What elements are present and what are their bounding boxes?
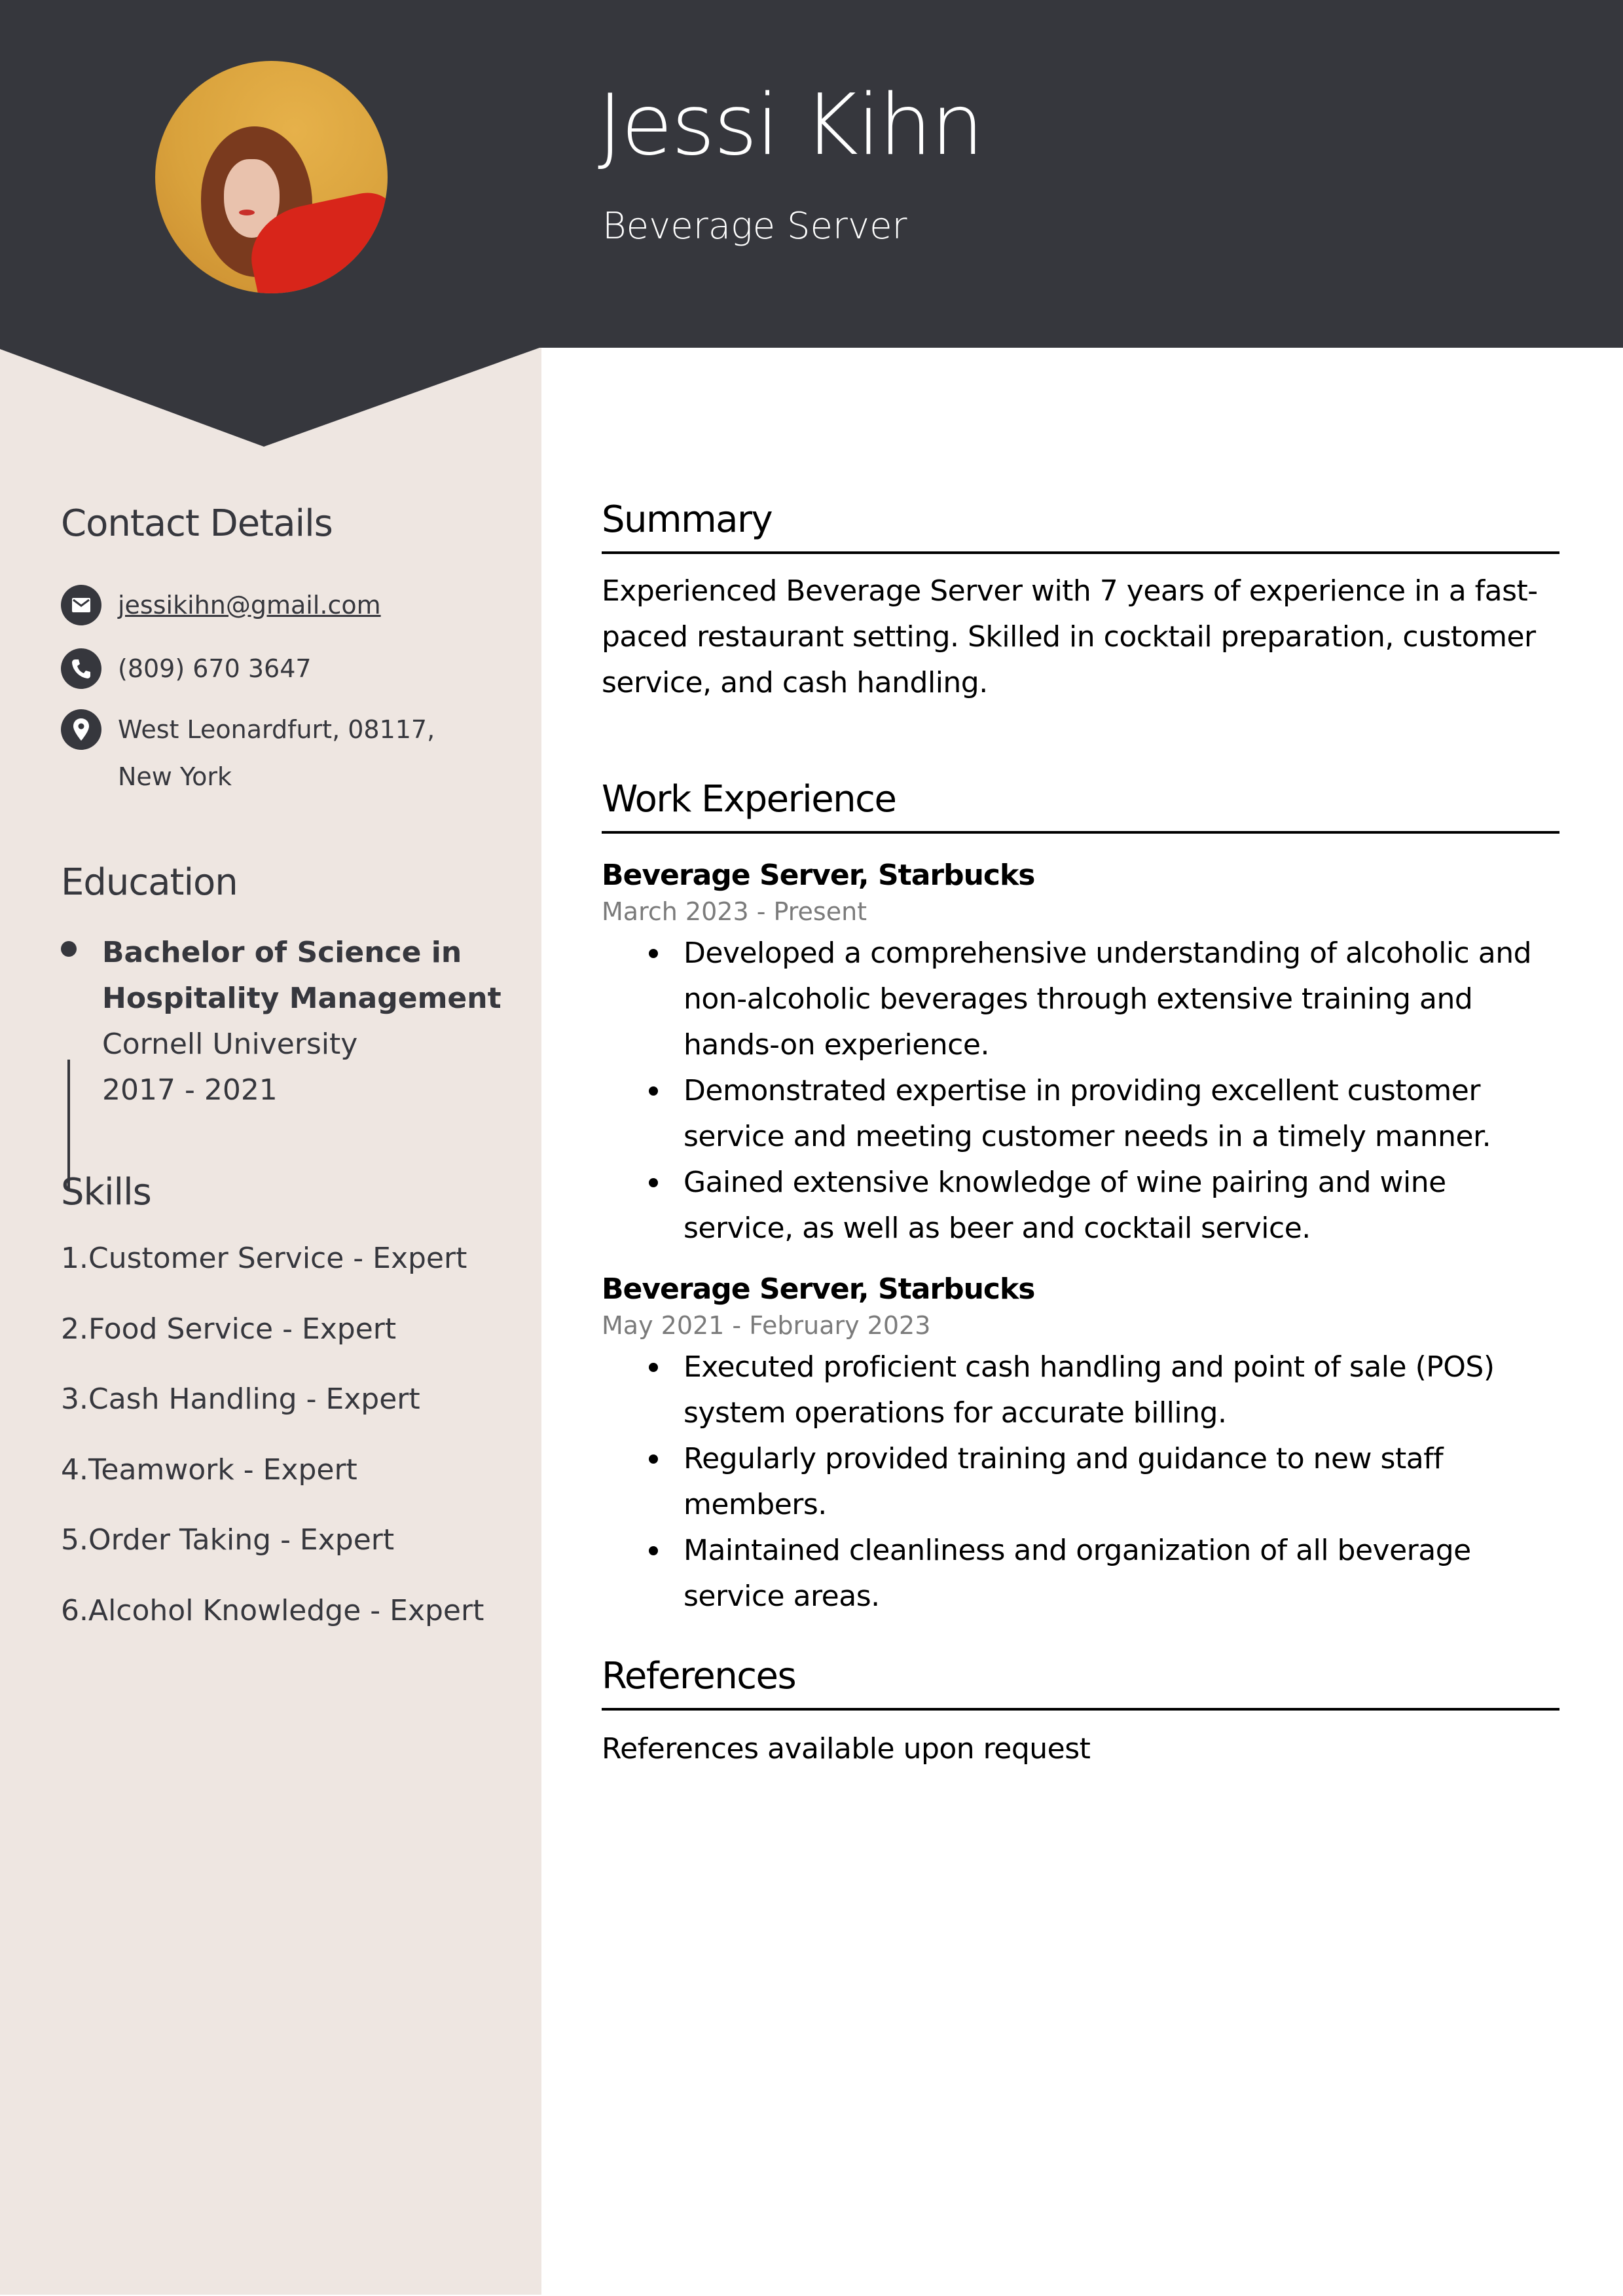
job-bullet: Executed proficient cash handling and po…	[602, 1344, 1559, 1436]
skill-item: 2.Food Service - Expert	[61, 1312, 397, 1346]
job-bullet: Developed a comprehensive understanding …	[602, 931, 1559, 1068]
bullet-icon	[649, 1178, 658, 1187]
location-pin-icon	[61, 709, 101, 750]
skill-item: 4.Teamwork - Expert	[61, 1453, 357, 1487]
job-entry: Beverage Server, Starbucks May 2021 - Fe…	[602, 1275, 1559, 1620]
job-bullets: Executed proficient cash handling and po…	[602, 1344, 1559, 1620]
degree: Bachelor of Science in Hospitality Manag…	[102, 936, 501, 1015]
job-title: Beverage Server, Starbucks	[602, 1272, 1035, 1306]
bullet-text: Executed proficient cash handling and po…	[684, 1350, 1495, 1430]
section-divider	[602, 831, 1559, 834]
candidate-job-title: Beverage Server	[602, 205, 907, 248]
job-bullet: Demonstrated expertise in providing exce…	[602, 1068, 1559, 1160]
job-bullet: Regularly provided training and guidance…	[602, 1436, 1559, 1528]
photo-lips	[239, 210, 255, 215]
bullet-icon	[649, 1363, 658, 1372]
bullet-icon	[649, 1546, 658, 1555]
job-bullet: Gained extensive knowledge of wine pairi…	[602, 1160, 1559, 1251]
work-experience-heading: Work Experience	[602, 778, 897, 821]
phone-number: (809) 670 3647	[118, 654, 312, 683]
bullet-icon	[649, 949, 658, 958]
bullet-text: Gained extensive knowledge of wine pairi…	[684, 1166, 1446, 1245]
timeline-dot-icon	[61, 941, 77, 957]
bullet-text: Regularly provided training and guidance…	[684, 1442, 1444, 1521]
phone-icon	[61, 648, 101, 689]
bullet-text: Demonstrated expertise in providing exce…	[684, 1074, 1491, 1153]
skills-heading: Skills	[61, 1171, 152, 1213]
contact-phone: (809) 670 3647	[61, 648, 484, 692]
email-link[interactable]: jessikihn@gmail.com	[118, 582, 484, 629]
bullet-text: Maintained cleanliness and organization …	[684, 1534, 1471, 1613]
bullet-icon	[649, 1086, 658, 1096]
education-years: 2017 - 2021	[102, 1073, 278, 1107]
summary-heading: Summary	[602, 498, 773, 541]
header-chevron	[0, 347, 541, 447]
skill-item: 5.Order Taking - Expert	[61, 1523, 395, 1557]
job-entry: Beverage Server, Starbucks March 2023 - …	[602, 861, 1559, 1251]
skill-item: 3.Cash Handling - Expert	[61, 1382, 420, 1416]
contact-email[interactable]: jessikihn@gmail.com	[61, 585, 484, 629]
skill-item: 6.Alcohol Knowledge - Expert	[61, 1593, 484, 1627]
bullet-icon	[649, 1454, 658, 1464]
bullet-text: Developed a comprehensive understanding …	[684, 936, 1532, 1062]
contact-heading: Contact Details	[61, 502, 333, 545]
envelope-icon	[61, 585, 101, 625]
summary-text: Experienced Beverage Server with 7 years…	[602, 574, 1538, 699]
contact-address: West Leonardfurt, 08117, New York	[61, 709, 484, 800]
job-dates: May 2021 - February 2023	[602, 1311, 931, 1340]
job-title: Beverage Server, Starbucks	[602, 859, 1035, 892]
job-dates: March 2023 - Present	[602, 897, 867, 926]
address: West Leonardfurt, 08117, New York	[118, 715, 435, 791]
summary-section: Summary Experienced Beverage Server with…	[602, 502, 1559, 706]
work-experience-section: Work Experience Beverage Server, Starbuc…	[602, 781, 1559, 1620]
school: Cornell University	[102, 1028, 358, 1061]
candidate-name: Jessi Kihn	[598, 77, 984, 174]
section-divider	[602, 1708, 1559, 1711]
references-text: References available upon request	[602, 1732, 1091, 1766]
skill-item: 1.Customer Service - Expert	[61, 1242, 467, 1275]
education-heading: Education	[61, 861, 238, 904]
skills-list: 1.Customer Service - Expert 2.Food Servi…	[61, 1244, 484, 1667]
profile-photo	[155, 61, 388, 293]
job-bullets: Developed a comprehensive understanding …	[602, 931, 1559, 1251]
job-bullet: Maintained cleanliness and organization …	[602, 1528, 1559, 1620]
references-section: References References available upon req…	[602, 1658, 1559, 1772]
section-divider	[602, 551, 1559, 554]
references-heading: References	[602, 1655, 797, 1697]
education-details: Bachelor of Science in Hospitality Manag…	[102, 930, 508, 1113]
